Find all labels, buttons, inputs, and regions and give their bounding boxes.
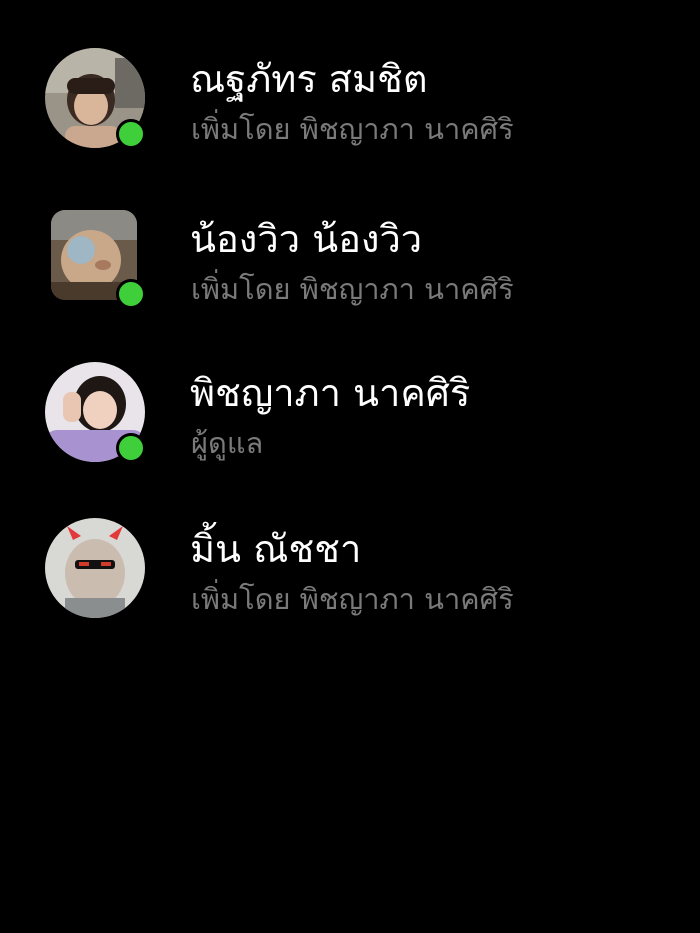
member-subtitle: เพิ่มโดย พิชญาภา นาคศิริ (191, 272, 514, 306)
avatar[interactable] (45, 518, 145, 618)
member-subtitle: ผู้ดูแล (191, 426, 264, 460)
avatar[interactable] (45, 362, 146, 463)
member-row[interactable]: ณฐภัทร สมชิต เพิ่มโดย พิชญาภา นาคศิริ (0, 48, 700, 198)
member-subtitle: เพิ่มโดย พิชญาภา นาคศิริ (191, 582, 514, 616)
member-name: พิชญาภา นาคศิริ (190, 371, 471, 415)
member-subtitle: เพิ่มโดย พิชญาภา นาคศิริ (191, 112, 514, 146)
member-row[interactable]: พิชญาภา นาคศิริ ผู้ดูแล (0, 362, 700, 512)
avatar[interactable] (45, 48, 146, 149)
online-status-icon (116, 119, 146, 149)
online-status-icon (116, 279, 146, 309)
online-status-icon (116, 433, 146, 463)
member-name: ณฐภัทร สมชิต (190, 57, 428, 101)
member-row[interactable]: น้องวิว น้องวิว เพิ่มโดย พิชญาภา นาคศิริ (0, 208, 700, 358)
profile-photo-icon (45, 518, 145, 618)
member-row[interactable]: มิ้น ณัชชา เพิ่มโดย พิชญาภา นาคศิริ (0, 518, 700, 668)
member-name: น้องวิว น้องวิว (190, 217, 423, 261)
avatar[interactable] (45, 208, 146, 309)
member-name: มิ้น ณัชชา (190, 527, 362, 571)
